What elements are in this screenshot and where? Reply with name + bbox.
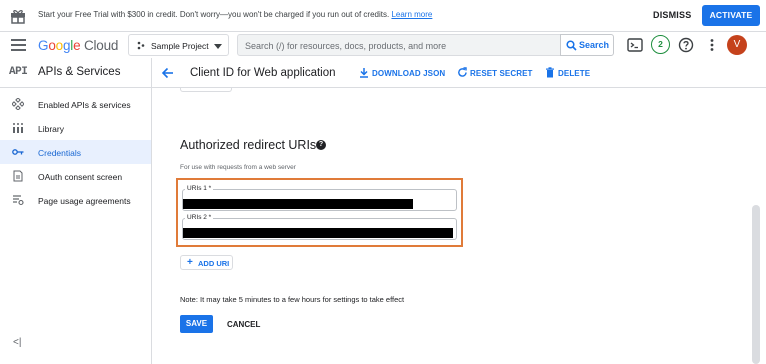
api-badge-icon: API — [9, 66, 28, 78]
uri-1-label: URIs 1 * — [185, 185, 214, 192]
sidebar-item-oauth-consent[interactable]: OAuth consent screen — [0, 164, 151, 188]
scrollbar[interactable] — [752, 205, 760, 364]
more-vert-icon[interactable] — [702, 35, 722, 55]
help-icon[interactable] — [676, 35, 696, 55]
uri-2-label: URIs 2 * — [185, 214, 214, 221]
cancel-button[interactable]: CANCEL — [227, 320, 260, 329]
uri-1-field: URIs 1 * — [182, 185, 457, 211]
delete-button[interactable]: DELETE — [546, 67, 590, 78]
sidebar-item-enabled-apis[interactable]: Enabled APIs & services — [0, 92, 151, 116]
avatar[interactable]: V — [727, 35, 747, 55]
gift-icon — [11, 10, 25, 24]
free-trial-banner: Start your Free Trial with $300 in credi… — [0, 0, 766, 32]
chevron-down-icon — [214, 44, 222, 49]
project-selector[interactable]: Sample Project — [128, 34, 229, 56]
sidebar-title: APIs & Services — [38, 66, 121, 78]
settings-list-icon — [13, 195, 24, 206]
top-header: Google Cloud Sample Project Search 2 V — [0, 32, 766, 58]
library-icon — [13, 123, 23, 133]
search-input[interactable] — [245, 38, 545, 53]
page-header: Client ID for Web application DOWNLOAD J… — [152, 58, 766, 88]
plus-icon: + — [187, 257, 193, 268]
sidebar: API APIs & Services Enabled APIs & servi… — [0, 58, 152, 364]
key-icon — [12, 149, 24, 155]
trash-icon — [546, 67, 554, 78]
settings-note: Note: It may take 5 minutes to a few hou… — [180, 295, 405, 304]
google-cloud-logo[interactable]: Google Cloud — [38, 38, 118, 53]
collapse-sidebar-icon[interactable]: <| — [13, 337, 21, 348]
reset-secret-button[interactable]: RESET SECRET — [458, 67, 533, 78]
sidebar-item-credentials[interactable]: Credentials — [0, 140, 151, 164]
download-icon — [360, 68, 368, 78]
refresh-icon — [458, 67, 467, 77]
search-icon — [566, 40, 577, 51]
help-circle-icon[interactable]: ? — [316, 140, 326, 150]
sidebar-item-library[interactable]: Library — [0, 116, 151, 140]
save-button[interactable]: SAVE — [180, 315, 213, 333]
back-arrow-icon[interactable] — [161, 66, 175, 80]
activate-button[interactable]: ACTIVATE — [702, 5, 760, 26]
consent-icon — [13, 170, 23, 182]
main-content: Authorized redirect URIs ? For use with … — [152, 88, 766, 364]
section-hint: For use with requests from a web server — [180, 164, 296, 171]
sidebar-item-page-usage[interactable]: Page usage agreements — [0, 188, 151, 212]
dismiss-button[interactable]: DISMISS — [653, 10, 691, 20]
project-name: Sample Project — [151, 41, 209, 51]
download-json-button[interactable]: DOWNLOAD JSON — [360, 68, 445, 78]
sidebar-header: API APIs & Services — [0, 58, 151, 88]
page-title: Client ID for Web application — [190, 67, 336, 79]
previous-section-button[interactable] — [180, 88, 232, 92]
section-title: Authorized redirect URIs — [180, 138, 317, 152]
uri-1-input[interactable] — [183, 199, 413, 209]
project-dots-icon — [137, 41, 145, 50]
search-button[interactable]: Search — [560, 34, 614, 56]
learn-more-link[interactable]: Learn more — [391, 10, 432, 19]
search-bar: Search — [237, 34, 614, 56]
cloud-shell-icon[interactable] — [625, 35, 645, 55]
banner-message: Start your Free Trial with $300 in credi… — [38, 10, 433, 19]
main-menu-icon[interactable] — [11, 39, 26, 51]
redirect-uri-highlight: URIs 1 * URIs 2 * — [176, 178, 463, 247]
notifications-badge[interactable]: 2 — [651, 35, 670, 54]
diamond-grid-icon — [12, 98, 24, 110]
add-uri-button[interactable]: + ADD URI — [180, 255, 233, 270]
uri-2-field: URIs 2 * — [182, 214, 457, 240]
uri-2-input[interactable] — [183, 228, 453, 238]
